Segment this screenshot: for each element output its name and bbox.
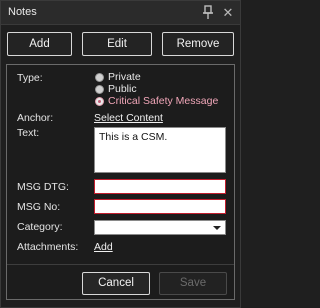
text-area[interactable]: This is a CSM.: [94, 127, 226, 173]
msg-dtg-label: MSG DTG:: [17, 181, 69, 193]
anchor-label: Anchor:: [17, 112, 54, 124]
msg-no-label: MSG No:: [17, 201, 61, 213]
edit-button[interactable]: Edit: [82, 32, 152, 56]
select-content-link[interactable]: Select Content: [94, 112, 163, 124]
chevron-down-icon: [213, 226, 221, 230]
category-label: Category:: [17, 221, 63, 233]
remove-button[interactable]: Remove: [162, 32, 234, 56]
cancel-button[interactable]: Cancel: [82, 272, 150, 295]
save-button[interactable]: Save: [159, 272, 227, 295]
attachments-label: Attachments:: [17, 241, 79, 253]
divider: [7, 264, 234, 265]
pin-icon[interactable]: [201, 5, 215, 21]
msg-no-field[interactable]: [94, 199, 226, 214]
radio-circle: [95, 85, 104, 94]
type-label: Type:: [17, 72, 43, 84]
radio-circle: [95, 73, 104, 82]
msg-dtg-field[interactable]: [94, 179, 226, 194]
notes-window: Notes ✕ Add Edit Remove Type: Private Pu…: [0, 0, 241, 308]
radio-public-label: Public: [108, 83, 137, 95]
text-label: Text:: [17, 127, 40, 139]
close-icon[interactable]: ✕: [222, 6, 234, 20]
title-bar: Notes ✕: [1, 1, 240, 25]
category-select[interactable]: [94, 220, 226, 235]
add-attachment-link[interactable]: Add: [94, 241, 113, 253]
radio-critical-safety-message-label: Critical Safety Message: [108, 95, 219, 107]
window-title: Notes: [8, 6, 37, 18]
radio-private-label: Private: [108, 71, 141, 83]
add-button[interactable]: Add: [7, 32, 72, 56]
radio-circle: [95, 97, 104, 106]
note-form: Type: Private Public Critical Safety Mes…: [6, 64, 235, 300]
